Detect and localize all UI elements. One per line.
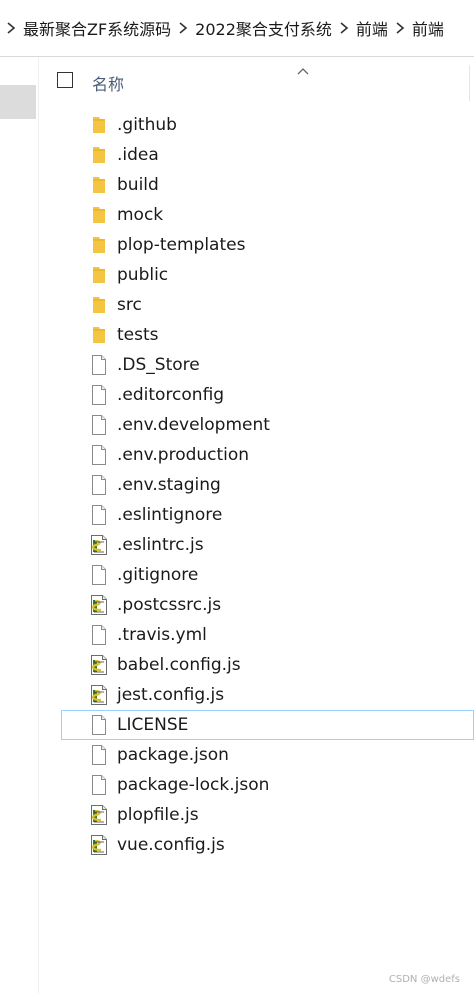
file-icon (89, 414, 109, 436)
folder-icon (89, 204, 109, 226)
file-icon (89, 744, 109, 766)
file-icon (89, 504, 109, 526)
nav-selected-item[interactable] (0, 85, 36, 119)
sort-up-icon (296, 61, 310, 75)
file-name: LICENSE (117, 715, 189, 735)
watermark: CSDN @wdefs (388, 974, 460, 985)
folder-icon (89, 264, 109, 286)
file-name: .travis.yml (117, 625, 207, 645)
file-row-package-lock-json[interactable]: package-lock.json (39, 770, 474, 800)
file-row-travis-yml[interactable]: .travis.yml (39, 620, 474, 650)
file-name: .eslintrc.js (117, 535, 204, 555)
file-name: mock (117, 205, 164, 225)
chevron-right-icon[interactable] (0, 0, 22, 56)
file-name: plop-templates (117, 235, 246, 255)
file-row-mock[interactable]: mock (39, 200, 474, 230)
file-list: .github .idea build mock plop-templates … (39, 110, 474, 860)
breadcrumb-item[interactable]: 前端 (355, 16, 389, 40)
script-file-icon (89, 654, 109, 676)
file-row-vue-config-js[interactable]: vue.config.js (39, 830, 474, 860)
file-name: tests (117, 325, 159, 345)
file-row-jest-config-js[interactable]: jest.config.js (39, 680, 474, 710)
name-column-header[interactable]: 名称 (92, 71, 124, 95)
file-name: .editorconfig (117, 385, 225, 405)
file-icon (89, 474, 109, 496)
file-name: babel.config.js (117, 655, 241, 675)
chevron-right-icon[interactable] (172, 0, 194, 56)
script-file-icon (89, 594, 109, 616)
file-explorer-window: 最新聚合ZF系统源码 2022聚合支付系统 前端 前端 名称 .github .… (0, 0, 474, 993)
file-row-eslintrc-js[interactable]: .eslintrc.js (39, 530, 474, 560)
chevron-right-icon[interactable] (389, 0, 411, 56)
file-name: .env.staging (117, 475, 221, 495)
file-icon (89, 384, 109, 406)
file-name: package.json (117, 745, 229, 765)
folder-icon (89, 324, 109, 346)
file-row-eslintignore[interactable]: .eslintignore (39, 500, 474, 530)
folder-icon (89, 234, 109, 256)
file-row-postcssrc-js[interactable]: .postcssrc.js (39, 590, 474, 620)
file-name: jest.config.js (117, 685, 225, 705)
file-row-babel-config-js[interactable]: babel.config.js (39, 650, 474, 680)
file-row-env-staging[interactable]: .env.staging (39, 470, 474, 500)
file-row-github[interactable]: .github (39, 110, 474, 140)
file-icon (89, 714, 109, 736)
select-all-checkbox[interactable] (57, 72, 73, 88)
file-row-public[interactable]: public (39, 260, 474, 290)
file-name: .DS_Store (117, 355, 200, 375)
column-divider[interactable] (469, 65, 470, 101)
folder-icon (89, 294, 109, 316)
file-name: src (117, 295, 142, 315)
folder-icon (89, 114, 109, 136)
file-icon (89, 444, 109, 466)
file-row-ds-store[interactable]: .DS_Store (39, 350, 474, 380)
folder-icon (89, 144, 109, 166)
script-file-icon (89, 804, 109, 826)
file-name: plopfile.js (117, 805, 199, 825)
file-icon (89, 774, 109, 796)
file-name: build (117, 175, 159, 195)
file-icon (89, 564, 109, 586)
file-name: .idea (117, 145, 159, 165)
folder-icon (89, 174, 109, 196)
file-row-package-json[interactable]: package.json (39, 740, 474, 770)
breadcrumb: 最新聚合ZF系统源码 2022聚合支付系统 前端 前端 (0, 0, 474, 57)
script-file-icon (89, 834, 109, 856)
file-row-build[interactable]: build (39, 170, 474, 200)
chevron-right-icon[interactable] (333, 0, 355, 56)
breadcrumb-item[interactable]: 最新聚合ZF系统源码 (22, 16, 172, 40)
file-row-tests[interactable]: tests (39, 320, 474, 350)
file-row-editorconfig[interactable]: .editorconfig (39, 380, 474, 410)
file-name: public (117, 265, 169, 285)
file-icon (89, 624, 109, 646)
navigation-pane (0, 57, 39, 993)
file-row-src[interactable]: src (39, 290, 474, 320)
script-file-icon (89, 534, 109, 556)
file-name: .gitignore (117, 565, 199, 585)
breadcrumb-item[interactable]: 2022聚合支付系统 (194, 16, 333, 40)
file-name: .github (117, 115, 177, 135)
file-row-plopfile-js[interactable]: plopfile.js (39, 800, 474, 830)
file-row-license[interactable]: LICENSE (61, 710, 474, 740)
file-name: .env.development (117, 415, 270, 435)
file-name: .env.production (117, 445, 250, 465)
script-file-icon (89, 684, 109, 706)
file-name: .eslintignore (117, 505, 223, 525)
file-row-plop-templates[interactable]: plop-templates (39, 230, 474, 260)
file-row-env-production[interactable]: .env.production (39, 440, 474, 470)
file-row-env-development[interactable]: .env.development (39, 410, 474, 440)
file-row-gitignore[interactable]: .gitignore (39, 560, 474, 590)
breadcrumb-item[interactable]: 前端 (411, 16, 445, 40)
file-name: .postcssrc.js (117, 595, 222, 615)
file-name: vue.config.js (117, 835, 225, 855)
file-name: package-lock.json (117, 775, 270, 795)
file-icon (89, 354, 109, 376)
file-row-idea[interactable]: .idea (39, 140, 474, 170)
column-header: 名称 (39, 57, 474, 103)
